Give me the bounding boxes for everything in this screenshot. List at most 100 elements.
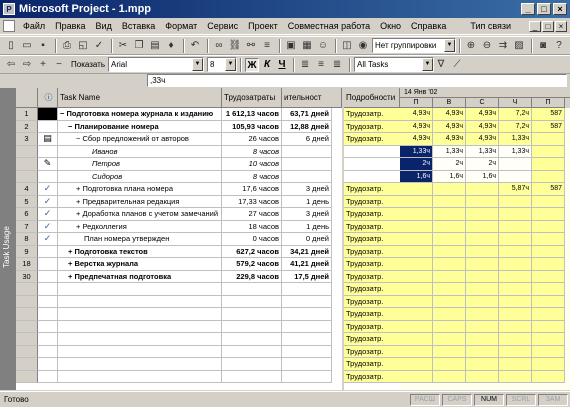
row-id[interactable]: 9 bbox=[16, 245, 38, 258]
task-name-cell[interactable]: + Подготовка текстов bbox=[58, 245, 222, 258]
open-folder-icon[interactable]: ▭ bbox=[20, 39, 34, 53]
task-name-cell[interactable]: Петров bbox=[58, 158, 222, 171]
work-cell[interactable]: 18 часов bbox=[222, 220, 282, 233]
row-id[interactable] bbox=[16, 170, 38, 183]
menu-window[interactable]: Окно bbox=[375, 21, 406, 31]
timescale-cell[interactable] bbox=[532, 208, 565, 221]
timescale-cell[interactable] bbox=[400, 295, 433, 308]
timescale-cell[interactable] bbox=[433, 345, 466, 358]
timescale-cell[interactable] bbox=[532, 195, 565, 208]
timescale-cell[interactable]: 587 bbox=[532, 120, 565, 133]
timescale-cell[interactable] bbox=[466, 258, 499, 271]
row-id[interactable]: 7 bbox=[16, 220, 38, 233]
timescale-cell[interactable]: 7,2ч bbox=[499, 108, 532, 121]
document-icon[interactable] bbox=[3, 20, 15, 32]
timescale-cell[interactable]: 2ч bbox=[433, 158, 466, 171]
timescale-cell[interactable]: 1,33ч bbox=[466, 145, 499, 158]
menu-view[interactable]: Вид bbox=[91, 21, 117, 31]
goto-task-icon[interactable]: ⇉ bbox=[496, 39, 510, 53]
plus-icon[interactable]: + bbox=[36, 58, 50, 72]
table-row[interactable] bbox=[16, 333, 342, 346]
timescale-cell[interactable] bbox=[400, 358, 433, 371]
duration-cell[interactable] bbox=[282, 370, 332, 383]
row-id[interactable] bbox=[16, 358, 38, 371]
timescale-cell[interactable] bbox=[499, 345, 532, 358]
task-name-cell[interactable]: Сидоров bbox=[58, 170, 222, 183]
table-row[interactable] bbox=[16, 283, 342, 296]
row-id[interactable]: 4 bbox=[16, 183, 38, 196]
timescale-cell[interactable] bbox=[400, 245, 433, 258]
timescale-cell[interactable] bbox=[499, 220, 532, 233]
timescale-cell[interactable] bbox=[400, 270, 433, 283]
row-id[interactable]: 1 bbox=[16, 108, 38, 121]
table-row[interactable]: 3 ▤ − Сбор предложений от авторов 26 часов 6… bbox=[16, 133, 342, 146]
timescale-cell[interactable] bbox=[466, 308, 499, 321]
duration-cell[interactable] bbox=[282, 283, 332, 296]
work-cell[interactable]: 579,2 часов bbox=[222, 258, 282, 271]
timescale-cell[interactable]: 1,33ч bbox=[499, 133, 532, 146]
row-id[interactable]: 6 bbox=[16, 208, 38, 221]
timescale-cell[interactable] bbox=[400, 370, 433, 383]
work-cell[interactable]: 17,33 часов bbox=[222, 195, 282, 208]
timescale-cell[interactable] bbox=[400, 320, 433, 333]
chevron-down-icon[interactable]: ▼ bbox=[225, 58, 237, 71]
autofilter-icon[interactable]: ∇ bbox=[434, 58, 448, 72]
menu-help[interactable]: Справка bbox=[406, 21, 451, 31]
timescale-cell[interactable] bbox=[400, 308, 433, 321]
task-name-cell[interactable]: − Планирование номера bbox=[58, 120, 222, 133]
timescale-cell[interactable] bbox=[433, 258, 466, 271]
chevron-down-icon[interactable]: ▼ bbox=[444, 39, 455, 52]
work-cell[interactable]: 1 612,13 часов bbox=[222, 108, 282, 121]
row-id[interactable]: 8 bbox=[16, 233, 38, 246]
task-name-cell[interactable] bbox=[58, 358, 222, 371]
duration-cell[interactable]: 3 дней bbox=[282, 183, 332, 196]
row-id[interactable]: 3 bbox=[16, 133, 38, 146]
font-size-combo[interactable]: 8 ▼ bbox=[207, 57, 238, 72]
duration-cell[interactable]: 6 дней bbox=[282, 133, 332, 146]
timescale-cell[interactable]: 1,33ч bbox=[433, 145, 466, 158]
table-row[interactable] bbox=[16, 295, 342, 308]
zoom-out-icon[interactable]: ⊖ bbox=[480, 39, 494, 53]
timescale-cell[interactable] bbox=[532, 220, 565, 233]
duration-cell[interactable]: 63,71 дней bbox=[282, 108, 332, 121]
arrow-left-icon[interactable]: ⇦ bbox=[4, 58, 18, 72]
timescale-cell[interactable] bbox=[466, 320, 499, 333]
task-name-cell[interactable]: + Верстка журнала bbox=[58, 258, 222, 271]
timescale-cell[interactable] bbox=[532, 258, 565, 271]
work-cell[interactable] bbox=[222, 358, 282, 371]
timescale-cell[interactable] bbox=[532, 245, 565, 258]
publish-icon[interactable]: ◫ bbox=[340, 39, 354, 53]
row-id[interactable] bbox=[16, 295, 38, 308]
task-name-cell[interactable]: + Предпечатная подготовка bbox=[58, 270, 222, 283]
notes-icon[interactable]: ▦ bbox=[300, 39, 314, 53]
duration-cell[interactable]: 0 дней bbox=[282, 233, 332, 246]
timescale-cell[interactable] bbox=[433, 295, 466, 308]
print-icon[interactable]: ⎙ bbox=[60, 39, 74, 53]
timescale-cell[interactable]: 2ч bbox=[400, 158, 433, 171]
undo-icon[interactable]: ↶ bbox=[188, 39, 202, 53]
table-row[interactable]: Иванов 8 часов bbox=[16, 145, 342, 158]
work-cell[interactable] bbox=[222, 370, 282, 383]
timescale-cell[interactable] bbox=[466, 195, 499, 208]
duration-cell[interactable] bbox=[282, 320, 332, 333]
task-name-cell[interactable]: + Предварительная редакция bbox=[58, 195, 222, 208]
timescale-cell[interactable] bbox=[466, 295, 499, 308]
work-cell[interactable]: 10 часов bbox=[222, 158, 282, 171]
timescale-day-header[interactable]: С bbox=[466, 98, 499, 108]
timescale-cell[interactable]: 4,93ч bbox=[433, 133, 466, 146]
entry-field[interactable]: ,33ч bbox=[147, 74, 567, 87]
gantt-wizard-icon[interactable]: ⟋ bbox=[450, 58, 464, 72]
timescale-cell[interactable] bbox=[499, 158, 532, 171]
work-cell[interactable]: 105,93 часов bbox=[222, 120, 282, 133]
menu-format[interactable]: Формат bbox=[160, 21, 202, 31]
table-row[interactable] bbox=[16, 358, 342, 371]
menu-tools[interactable]: Сервис bbox=[202, 21, 243, 31]
task-name-cell[interactable]: Иванов bbox=[58, 145, 222, 158]
duration-cell[interactable] bbox=[282, 345, 332, 358]
timescale-cell[interactable] bbox=[400, 195, 433, 208]
info-column-icon[interactable]: ⓘ bbox=[38, 88, 58, 108]
timescale-cell[interactable] bbox=[499, 245, 532, 258]
timescale-cell[interactable] bbox=[499, 258, 532, 271]
paste-icon[interactable]: ▤ bbox=[148, 39, 162, 53]
underline-button[interactable]: Ч bbox=[275, 58, 289, 72]
